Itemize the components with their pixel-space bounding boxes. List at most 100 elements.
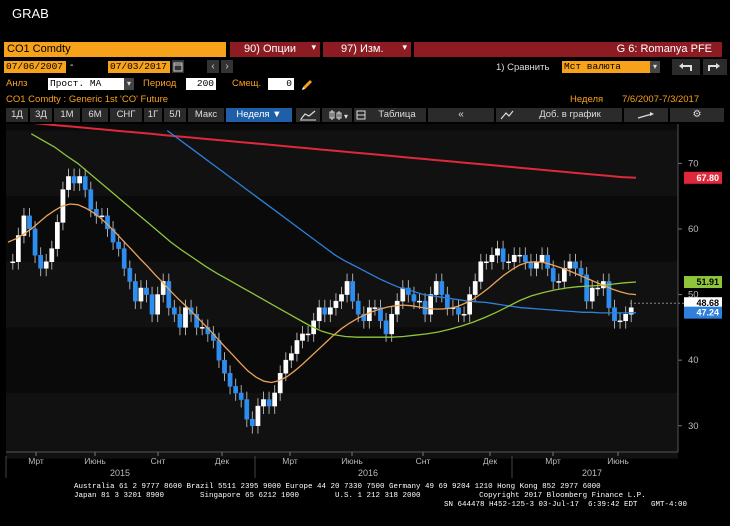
footer-session-line: SN 644478 H452-125-3 03-Jul-17 6:39:42 E… xyxy=(444,501,688,509)
period-input[interactable]: 200 xyxy=(186,78,216,90)
candle-body xyxy=(472,281,478,295)
candle-body xyxy=(49,248,55,263)
candle-body xyxy=(444,294,450,308)
candle-body xyxy=(183,307,188,328)
calendar-icon[interactable] xyxy=(172,60,184,73)
value-tag-label: 67.80 xyxy=(696,173,719,183)
candle-body xyxy=(54,222,60,249)
candle-body xyxy=(595,287,601,290)
pencil-icon[interactable] xyxy=(300,76,314,90)
y-tick-label: 70 xyxy=(688,158,699,169)
edit-menu[interactable]: 97) Изм. ▾ xyxy=(323,42,411,57)
period-max[interactable]: Макс xyxy=(188,108,224,122)
candle-body xyxy=(511,254,517,263)
collapse-left-icon[interactable]: « xyxy=(428,108,494,122)
candle-body xyxy=(461,313,467,316)
candle-body xyxy=(327,307,333,315)
year-label: 2016 xyxy=(358,468,378,478)
candle-body xyxy=(99,215,105,218)
candle-body xyxy=(411,294,417,302)
study-select[interactable]: Прост. MA xyxy=(48,78,124,90)
compare-label[interactable]: 1) Сравнить xyxy=(496,62,549,73)
y-tick-label: 60 xyxy=(688,224,699,235)
candle-body xyxy=(372,307,378,309)
candle-body xyxy=(222,359,227,374)
candle-body xyxy=(177,313,183,328)
next-arrow-icon[interactable]: › xyxy=(221,60,233,73)
x-tick-label: Мрт xyxy=(28,456,44,466)
table-button[interactable]: Таблица xyxy=(368,108,426,122)
candle-body xyxy=(149,294,155,315)
candle-body xyxy=(316,307,322,322)
page-title: G 6: Romanya PFE xyxy=(616,43,712,55)
candle-body xyxy=(478,261,484,282)
price-band xyxy=(6,130,678,197)
period-ytd[interactable]: СНГ xyxy=(110,108,142,122)
gear-icon[interactable]: ⚙ xyxy=(670,108,724,122)
window-title: GRAB xyxy=(12,6,49,21)
period-label: Период xyxy=(143,78,177,89)
x-tick-label: Мрт xyxy=(545,456,561,466)
candle-body xyxy=(495,248,500,256)
period-1y[interactable]: 1Г xyxy=(144,108,162,122)
period-6m[interactable]: 6М xyxy=(82,108,108,122)
candle-body xyxy=(272,392,278,407)
x-tick-label: Дек xyxy=(483,456,497,466)
study-label: Анлз xyxy=(6,78,28,89)
candle-body xyxy=(155,294,161,315)
period-1m[interactable]: 1М xyxy=(54,108,80,122)
shift-input[interactable]: 0 xyxy=(268,78,294,90)
candle-body xyxy=(132,281,138,302)
date-from-input[interactable]: 07/06/2007 xyxy=(4,61,66,73)
candle-body xyxy=(255,405,261,427)
price-chart[interactable]: 3040506070 67.8051.9148.6847.24 Мрт Июнь С… xyxy=(0,124,730,478)
shift-label: Смещ. xyxy=(232,78,262,89)
candle-body xyxy=(606,281,612,308)
redo-arrow-icon xyxy=(708,63,720,71)
period-1d[interactable]: 1Д xyxy=(6,108,28,122)
candle-body xyxy=(244,399,250,420)
security-description: CO1 Comdty : Generic 1st 'CO' Future xyxy=(6,94,169,105)
candle-body xyxy=(144,287,149,295)
candle-body xyxy=(545,254,551,269)
candle-body xyxy=(428,294,434,315)
candle-body xyxy=(121,248,127,269)
currency-select[interactable]: Мст валюта xyxy=(562,61,650,73)
candle-body xyxy=(350,281,356,302)
back-button[interactable] xyxy=(672,59,700,75)
period-3d[interactable]: 3Д xyxy=(30,108,52,122)
frequency-select[interactable]: Неделя ▼ xyxy=(226,108,292,122)
draw-tool-icon[interactable] xyxy=(496,108,518,122)
candle-body xyxy=(483,261,489,264)
candle-chart-icon[interactable]: ▾ xyxy=(322,108,352,122)
forward-button[interactable] xyxy=(703,59,727,75)
add-to-chart-button[interactable]: Доб. в график xyxy=(518,108,622,122)
annotate-icon[interactable] xyxy=(624,108,668,122)
line-chart-icon[interactable] xyxy=(296,108,320,122)
candle-body xyxy=(66,176,71,190)
candle-body xyxy=(534,261,539,269)
chevron-down-icon[interactable]: ▾ xyxy=(650,61,660,73)
candle-body xyxy=(333,300,339,308)
x-tick-label: Снт xyxy=(151,456,166,466)
candle-body xyxy=(227,373,233,387)
candle-body xyxy=(389,313,395,335)
candle-body xyxy=(339,294,344,302)
candle-body xyxy=(573,261,578,269)
candle-body xyxy=(500,248,506,263)
security-field[interactable]: CO1 Comdty xyxy=(4,42,226,57)
candle-body xyxy=(10,261,16,264)
candle-body xyxy=(199,327,205,329)
date-to-input[interactable]: 07/03/2017 xyxy=(108,61,170,73)
period-5y[interactable]: 5Л xyxy=(164,108,186,122)
chevron-down-icon[interactable]: ▾ xyxy=(124,78,134,90)
candle-body xyxy=(383,320,389,335)
candle-body xyxy=(15,235,21,263)
options-menu[interactable]: 90) Опции ▾ xyxy=(230,42,320,57)
prev-arrow-icon[interactable]: ‹ xyxy=(207,60,219,73)
table-icon[interactable] xyxy=(354,108,368,122)
candle-body xyxy=(27,215,32,230)
page-title-bar: G 6: Romanya PFE xyxy=(414,42,722,57)
candle-body xyxy=(233,386,239,394)
value-tag-label: 51.91 xyxy=(696,277,719,287)
